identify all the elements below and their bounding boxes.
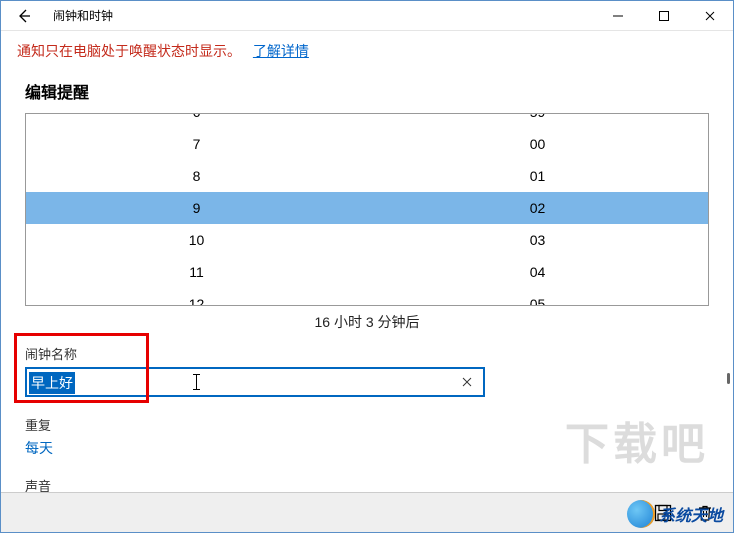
time-picker-row[interactable]: 1104: [26, 256, 708, 288]
repeat-value[interactable]: 每天: [25, 438, 709, 458]
minute-cell[interactable]: 00: [367, 128, 708, 160]
minute-cell[interactable]: 01: [367, 160, 708, 192]
page-title: 编辑提醒: [1, 69, 733, 109]
brand-text: 系统天地: [659, 502, 723, 526]
close-button[interactable]: [687, 1, 733, 31]
hour-cell[interactable]: 11: [26, 256, 367, 288]
command-bar: [1, 492, 733, 532]
hour-cell[interactable]: 9: [26, 192, 367, 224]
hour-cell[interactable]: 10: [26, 224, 367, 256]
close-icon: [461, 376, 473, 388]
time-picker[interactable]: 659700801902100311041205: [25, 113, 709, 306]
clear-input-button[interactable]: [455, 370, 479, 394]
hour-cell[interactable]: 12: [26, 288, 367, 306]
hour-cell[interactable]: 8: [26, 160, 367, 192]
time-picker-row[interactable]: 801: [26, 160, 708, 192]
time-picker-row[interactable]: 659: [26, 113, 708, 128]
window-title: 闹钟和时钟: [53, 7, 113, 24]
hour-cell[interactable]: 6: [26, 113, 367, 128]
time-until-label: 16 小时 3 分钟后: [1, 306, 733, 340]
minute-cell[interactable]: 02: [367, 192, 708, 224]
maximize-button[interactable]: [641, 1, 687, 31]
time-picker-row[interactable]: 1003: [26, 224, 708, 256]
time-picker-row[interactable]: 700: [26, 128, 708, 160]
time-picker-row[interactable]: 1205: [26, 288, 708, 306]
alarm-name-section: 闹钟名称 早上好: [1, 340, 733, 397]
repeat-section: 重复 每天: [1, 411, 733, 458]
minute-cell[interactable]: 05: [367, 288, 708, 306]
notification-link[interactable]: 了解详情: [253, 43, 309, 59]
alarm-name-input[interactable]: [25, 367, 485, 397]
minute-cell[interactable]: 03: [367, 224, 708, 256]
back-button[interactable]: [1, 1, 47, 31]
brand-logo-icon: [627, 500, 655, 528]
scrollbar-thumb[interactable]: [727, 373, 730, 384]
title-bar: 闹钟和时钟: [1, 1, 733, 31]
notification-text: 通知只在电脑处于唤醒状态时显示。: [17, 43, 241, 59]
alarm-name-label: 闹钟名称: [25, 344, 709, 363]
repeat-label: 重复: [25, 415, 709, 434]
arrow-left-icon: [16, 8, 32, 24]
time-picker-row[interactable]: 902: [26, 192, 708, 224]
minimize-button[interactable]: [595, 1, 641, 31]
notification-bar: 通知只在电脑处于唤醒状态时显示。 了解详情: [1, 31, 733, 69]
minute-cell[interactable]: 04: [367, 256, 708, 288]
hour-cell[interactable]: 7: [26, 128, 367, 160]
minute-cell[interactable]: 59: [367, 113, 708, 128]
brand-overlay: 系统天地: [627, 500, 723, 528]
